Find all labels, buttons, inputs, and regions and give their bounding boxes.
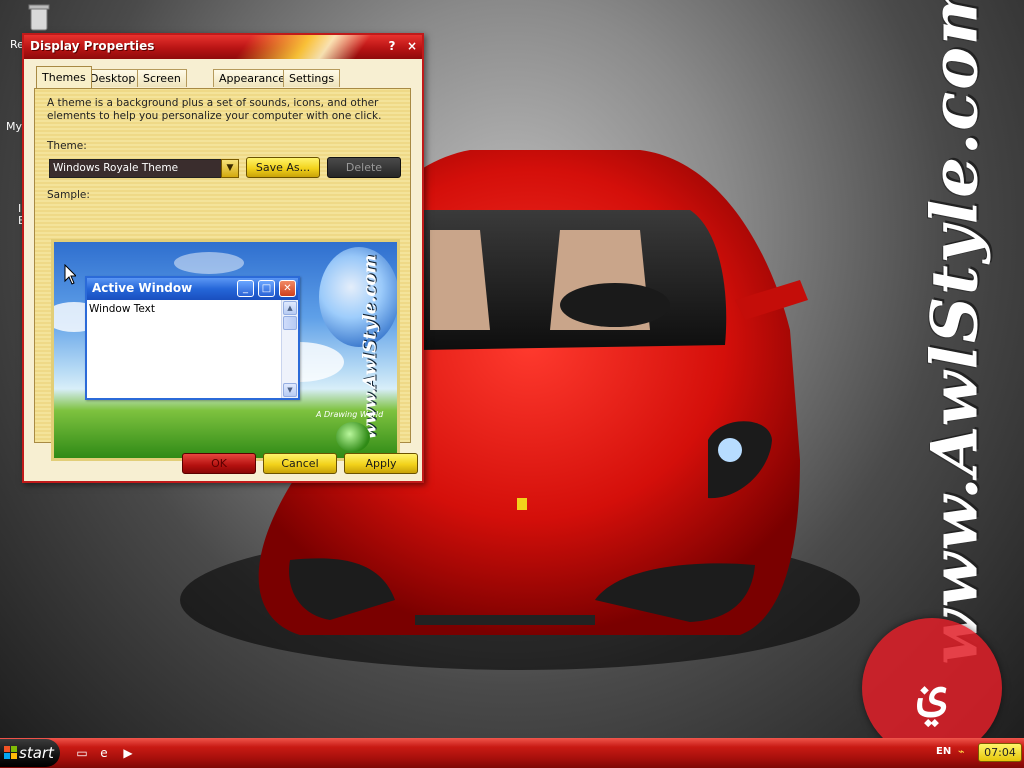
watermark-text: www.AwlStyle.com <box>917 0 993 665</box>
sample-active-window-titlebar: Active Window _ □ ✕ <box>87 278 298 300</box>
cancel-button[interactable]: Cancel <box>263 453 337 474</box>
sample-active-window: Active Window _ □ ✕ Window Text ▲ ▼ <box>85 276 300 400</box>
internet-explorer-icon[interactable]: e <box>96 746 112 760</box>
show-desktop-icon[interactable]: ▭ <box>74 746 90 760</box>
minimize-icon: _ <box>237 280 254 297</box>
help-button[interactable]: ? <box>384 39 400 54</box>
sample-active-window-title: Active Window <box>92 281 193 295</box>
tab-screen-saver[interactable]: Screen Saver <box>137 69 187 103</box>
sample-subtext: A Drawing World <box>316 410 384 419</box>
theme-dropdown-value: Windows Royale Theme <box>53 162 179 174</box>
title-bar[interactable]: Display Properties ? × <box>24 35 422 59</box>
language-indicator[interactable]: EN <box>936 746 951 757</box>
sample-recycle-bin-icon <box>336 422 370 452</box>
scroll-up-icon: ▲ <box>283 301 297 315</box>
scroll-thumb <box>283 316 297 330</box>
start-label: start <box>19 744 54 762</box>
wallpaper-watermark: www.AwlStyle.com <box>900 0 1010 665</box>
title-bar-swoosh <box>232 35 376 59</box>
sample-window-text: Window Text <box>89 303 155 315</box>
theme-description: A theme is a background plus a set of so… <box>47 97 382 122</box>
tab-settings[interactable]: Settings <box>283 69 341 87</box>
sample-scrollbar: ▲ ▼ <box>281 300 298 398</box>
maximize-icon: □ <box>258 280 275 297</box>
window-title: Display Properties <box>30 39 155 53</box>
theme-dropdown[interactable]: Windows Royale Theme ▼ <box>49 159 239 178</box>
wallpaper-seal: ࢩ <box>862 618 1002 758</box>
tab-desktop[interactable]: Desktop <box>84 69 142 87</box>
windows-logo-icon <box>4 746 17 759</box>
sample-cloud <box>174 252 244 274</box>
ok-button[interactable]: OK <box>182 453 256 474</box>
themes-panel: A theme is a background plus a set of so… <box>34 88 411 461</box>
theme-sample-preview: www.AwlStyle.com A Drawing World Active … <box>51 239 400 461</box>
scroll-down-icon: ▼ <box>283 383 297 397</box>
chevron-down-icon[interactable]: ▼ <box>221 159 239 178</box>
recycle-bin-icon[interactable] <box>26 2 52 32</box>
tab-themes[interactable]: Themes <box>36 66 92 88</box>
clock[interactable]: 07:04 <box>978 743 1022 762</box>
delete-button[interactable]: Delete <box>327 157 401 178</box>
close-button[interactable]: × <box>404 39 420 54</box>
network-icon[interactable]: ⌁ <box>958 745 972 759</box>
desktop-icon-label[interactable]: My <box>6 120 22 133</box>
mouse-pointer-icon <box>64 264 76 285</box>
system-tray: EN ⌁ 07:04 <box>928 738 1024 768</box>
taskbar: start ▭ e ▶ EN ⌁ 07:04 <box>0 738 1024 768</box>
media-player-icon[interactable]: ▶ <box>120 746 136 760</box>
tab-appearance[interactable]: Appearance <box>213 69 292 87</box>
theme-label: Theme: <box>47 140 87 152</box>
apply-button[interactable]: Apply <box>344 453 418 474</box>
sample-label: Sample: <box>47 189 90 201</box>
start-button[interactable]: start <box>0 739 60 767</box>
save-as-button[interactable]: Save As... <box>246 157 320 178</box>
display-properties-window: Display Properties ? × Themes Desktop Sc… <box>22 33 424 483</box>
close-icon: ✕ <box>279 280 296 297</box>
seal-glyph: ࢩ <box>916 658 948 721</box>
